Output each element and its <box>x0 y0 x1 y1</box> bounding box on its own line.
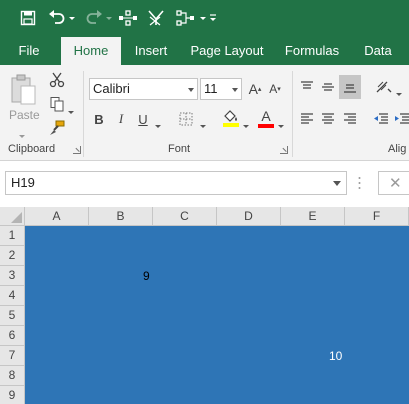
row-header-8[interactable]: 8 <box>0 366 25 386</box>
filter-icon[interactable] <box>145 6 167 30</box>
row-header-5[interactable]: 5 <box>0 306 25 326</box>
top-align-icon[interactable] <box>297 76 317 98</box>
align-center-icon[interactable] <box>318 108 338 130</box>
decrease-indent-icon[interactable] <box>371 108 391 130</box>
borders-dropdown-icon[interactable] <box>200 117 206 131</box>
undo-icon[interactable] <box>47 6 67 30</box>
tab-file[interactable]: File <box>8 36 50 65</box>
name-box[interactable]: H19 <box>5 171 347 195</box>
paste-dropdown-icon[interactable] <box>19 127 25 141</box>
cell-b3[interactable]: 9 <box>143 269 150 283</box>
column-header-d[interactable]: D <box>217 207 281 226</box>
group-divider <box>83 71 84 157</box>
formula-bar-grip[interactable] <box>358 176 361 190</box>
fill-color-dropdown-icon[interactable] <box>243 117 249 131</box>
ungroup-icon[interactable] <box>175 6 197 30</box>
column-header-e[interactable]: E <box>281 207 345 226</box>
select-all-button[interactable] <box>0 207 25 226</box>
chevron-down-icon <box>188 88 194 92</box>
row-header-6[interactable]: 6 <box>0 326 25 346</box>
chevron-down-icon <box>232 88 238 92</box>
italic-button[interactable]: I <box>112 108 130 130</box>
increase-indent-icon[interactable] <box>392 108 409 130</box>
cell-grid[interactable]: 9 10 <box>25 226 409 404</box>
fill-color-icon[interactable] <box>220 106 242 130</box>
cut-icon[interactable] <box>46 69 68 91</box>
row-header-9[interactable]: 9 <box>0 386 25 404</box>
font-name-combo[interactable]: Calibri <box>89 78 198 100</box>
row-header-4[interactable]: 4 <box>0 286 25 306</box>
tab-formulas[interactable]: Formulas <box>280 36 344 65</box>
row-header-1[interactable]: 1 <box>0 226 25 246</box>
row-header-7[interactable]: 7 <box>0 346 25 366</box>
group-icon[interactable] <box>117 6 139 30</box>
middle-align-icon[interactable] <box>318 76 338 98</box>
tab-home[interactable]: Home <box>61 37 121 65</box>
chevron-down-icon <box>333 181 341 186</box>
paste-icon[interactable] <box>6 71 40 109</box>
copy-icon[interactable] <box>46 93 68 115</box>
bold-button[interactable]: B <box>90 108 108 130</box>
underline-button[interactable]: U <box>134 108 152 130</box>
borders-icon[interactable] <box>176 108 196 130</box>
clipboard-group-label: Clipboard <box>8 143 56 155</box>
align-left-icon[interactable] <box>297 108 317 130</box>
tab-page-layout[interactable]: Page Layout <box>185 36 269 65</box>
column-header-f[interactable]: F <box>345 207 409 226</box>
customize-icon[interactable] <box>206 6 220 30</box>
copy-dropdown-icon[interactable] <box>68 103 74 117</box>
formula-bar: H19 ✕ <box>0 162 409 207</box>
font-color-dropdown-icon[interactable] <box>278 117 284 131</box>
quick-access-toolbar <box>0 0 409 36</box>
ribbon-tabs: File Home Insert Page Layout Formulas Da… <box>0 36 409 65</box>
formula-input-area[interactable]: ✕ <box>378 171 409 195</box>
name-box-value: H19 <box>11 175 35 190</box>
undo-dropdown-icon[interactable] <box>67 6 77 30</box>
column-header-a[interactable]: A <box>25 207 89 226</box>
redo-dropdown-icon[interactable] <box>104 6 114 30</box>
cell-e7[interactable]: 10 <box>329 349 342 363</box>
column-header-c[interactable]: C <box>153 207 217 226</box>
font-group-label: Font <box>168 143 191 155</box>
font-size-combo[interactable]: 11 <box>200 78 242 100</box>
alignment-group-label: Alig <box>388 143 407 155</box>
ribbon-home: Paste Clipboard Calibri 11 A ▴ A ▾ B I U A… <box>0 65 409 161</box>
row-header-3[interactable]: 3 <box>0 266 25 286</box>
paste-label[interactable]: Paste <box>9 108 40 122</box>
group-divider <box>292 71 293 157</box>
grow-font-icon[interactable]: A ▴ <box>246 78 264 100</box>
font-name-value: Calibri <box>93 81 130 96</box>
row-header-2[interactable]: 2 <box>0 246 25 266</box>
column-header-b[interactable]: B <box>89 207 153 226</box>
redo-icon[interactable] <box>84 6 104 30</box>
tab-data[interactable]: Data <box>356 36 400 65</box>
save-icon[interactable] <box>16 6 40 30</box>
align-right-icon[interactable] <box>340 108 360 130</box>
font-launcher-icon[interactable] <box>280 146 288 154</box>
font-color-icon[interactable]: A <box>256 106 276 130</box>
font-size-value: 11 <box>204 81 218 96</box>
tab-insert[interactable]: Insert <box>127 36 175 65</box>
shrink-font-icon[interactable]: A ▾ <box>266 78 284 100</box>
clipboard-launcher-icon[interactable] <box>73 146 81 154</box>
cancel-icon[interactable]: ✕ <box>389 174 402 192</box>
underline-dropdown-icon[interactable] <box>155 117 161 131</box>
format-painter-icon[interactable] <box>46 117 68 139</box>
font-color-glyph: A <box>261 108 271 124</box>
orientation-icon[interactable] <box>373 76 395 98</box>
bottom-align-icon[interactable] <box>339 75 361 99</box>
orientation-dropdown-icon[interactable] <box>396 85 402 99</box>
